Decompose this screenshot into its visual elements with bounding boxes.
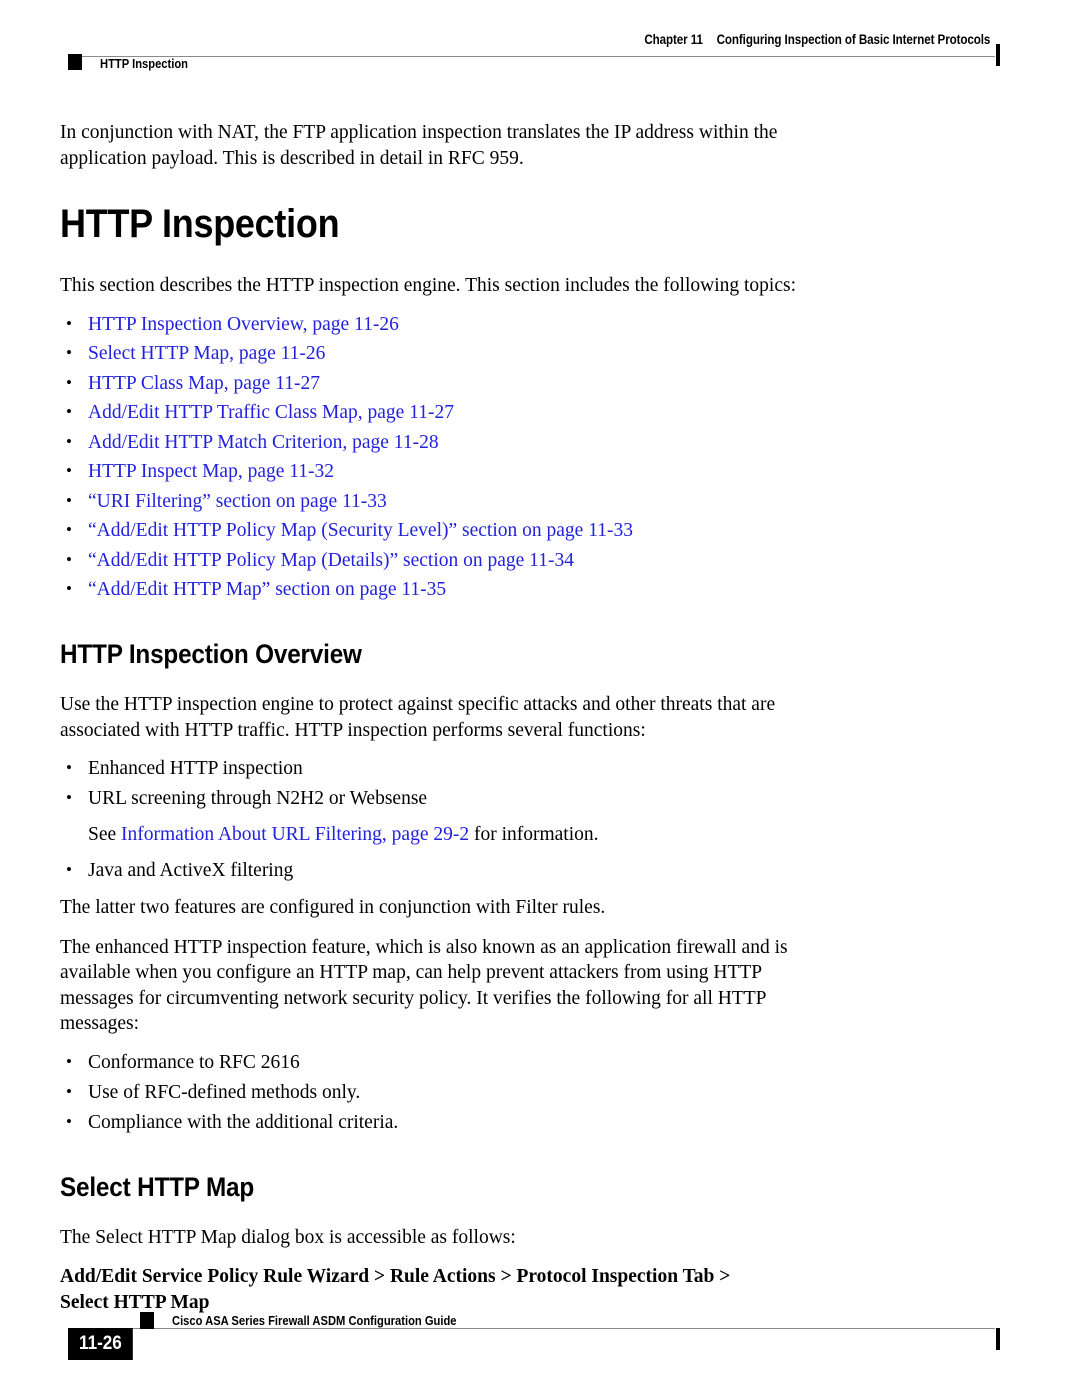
overview-functions-list: Enhanced HTTP inspection URL screening t… — [60, 756, 1010, 811]
list-item: Add/Edit HTTP Traffic Class Map, page 11… — [60, 400, 1010, 425]
list-item: “URI Filtering” section on page 11-33 — [60, 489, 1010, 514]
header-chapter-reference: Chapter 11 Configuring Inspection of Basi… — [644, 32, 990, 47]
topic-link[interactable]: HTTP Inspection Overview, page 11-26 — [88, 314, 399, 335]
topic-link[interactable]: Select HTTP Map, page 11-26 — [88, 343, 325, 364]
page-header: Chapter 11 Configuring Inspection of Basi… — [68, 32, 1012, 78]
overview-paragraph: Use the HTTP inspection engine to protec… — [60, 694, 776, 741]
list-item: “Add/Edit HTTP Map” section on page 11-3… — [60, 577, 1010, 602]
list-item: HTTP Inspection Overview, page 11-26 — [60, 312, 1010, 337]
section-heading-http-inspection-overview: HTTP Inspection Overview — [60, 639, 362, 669]
list-item: Use of RFC-defined methods only. — [60, 1080, 1010, 1105]
list-item: Conformance to RFC 2616 — [60, 1050, 1010, 1075]
overview-functions-list-continued: Java and ActiveX filtering — [60, 858, 1010, 883]
page-title: HTTP Inspection — [60, 202, 340, 246]
header-chapter-number: Chapter 11 — [644, 32, 703, 47]
list-item: HTTP Inspect Map, page 11-32 — [60, 459, 1010, 484]
header-rule — [68, 56, 995, 57]
topics-list: HTTP Inspection Overview, page 11-26 Sel… — [60, 312, 1010, 603]
document-page: Chapter 11 Configuring Inspection of Basi… — [0, 0, 1080, 1397]
list-item: Java and ActiveX filtering — [60, 858, 1010, 883]
list-item: “Add/Edit HTTP Policy Map (Details)” sec… — [60, 548, 1010, 573]
topic-link[interactable]: Add/Edit HTTP Match Criterion, page 11-2… — [88, 432, 439, 453]
topic-link[interactable]: “Add/Edit HTTP Map” section on page 11-3… — [88, 579, 446, 600]
list-item: Compliance with the additional criteria. — [60, 1110, 1010, 1135]
header-chapter-title: Configuring Inspection of Basic Internet… — [716, 32, 990, 47]
list-item: Select HTTP Map, page 11-26 — [60, 341, 1010, 366]
footer-rule — [68, 1328, 995, 1329]
footer-guide-title: Cisco ASA Series Firewall ASDM Configura… — [172, 1313, 457, 1328]
topic-link[interactable]: HTTP Inspect Map, page 11-32 — [88, 461, 334, 482]
navigation-path-line1: Add/Edit Service Policy Rule Wizard > Ru… — [60, 1266, 731, 1287]
intro-paragraph: In conjunction with NAT, the FTP applica… — [60, 122, 778, 169]
topics-lead-paragraph: This section describes the HTTP inspecti… — [60, 275, 796, 296]
enhanced-inspection-paragraph: The enhanced HTTP inspection feature, wh… — [60, 936, 788, 1035]
see-suffix: for information. — [469, 824, 599, 845]
header-end-bar-icon — [996, 44, 1000, 66]
page-content: In conjunction with NAT, the FTP applica… — [60, 120, 1010, 1316]
list-item: URL screening through N2H2 or Websense — [60, 786, 1010, 811]
list-item: Add/Edit HTTP Match Criterion, page 11-2… — [60, 430, 1010, 455]
page-number-badge: 11-26 — [68, 1328, 133, 1360]
topic-link[interactable]: “Add/Edit HTTP Policy Map (Details)” sec… — [88, 550, 574, 571]
page-footer: Cisco ASA Series Firewall ASDM Configura… — [68, 1302, 1012, 1364]
latter-features-paragraph: The latter two features are configured i… — [60, 897, 606, 918]
select-http-map-paragraph: The Select HTTP Map dialog box is access… — [60, 1226, 516, 1248]
topic-link[interactable]: “URI Filtering” section on page 11-33 — [88, 491, 387, 512]
footer-end-bar-icon — [996, 1328, 1000, 1350]
topic-link[interactable]: “Add/Edit HTTP Policy Map (Security Leve… — [88, 520, 633, 541]
section-heading-select-http-map: Select HTTP Map — [60, 1171, 255, 1202]
url-filtering-link[interactable]: Information About URL Filtering, page 29… — [121, 824, 469, 845]
header-section-name: HTTP Inspection — [100, 56, 189, 71]
list-item: HTTP Class Map, page 11-27 — [60, 371, 1010, 396]
header-square-marker-icon — [68, 54, 82, 70]
list-item: “Add/Edit HTTP Policy Map (Security Leve… — [60, 518, 1010, 543]
topic-link[interactable]: HTTP Class Map, page 11-27 — [88, 373, 320, 394]
topic-link[interactable]: Add/Edit HTTP Traffic Class Map, page 11… — [88, 402, 454, 423]
see-prefix: See — [88, 824, 122, 845]
list-item: Enhanced HTTP inspection — [60, 756, 1010, 781]
footer-square-marker-icon — [140, 1312, 154, 1329]
see-reference-line: See Information About URL Filtering, pag… — [88, 823, 1010, 847]
overview-criteria-list: Conformance to RFC 2616 Use of RFC-defin… — [60, 1050, 1010, 1135]
